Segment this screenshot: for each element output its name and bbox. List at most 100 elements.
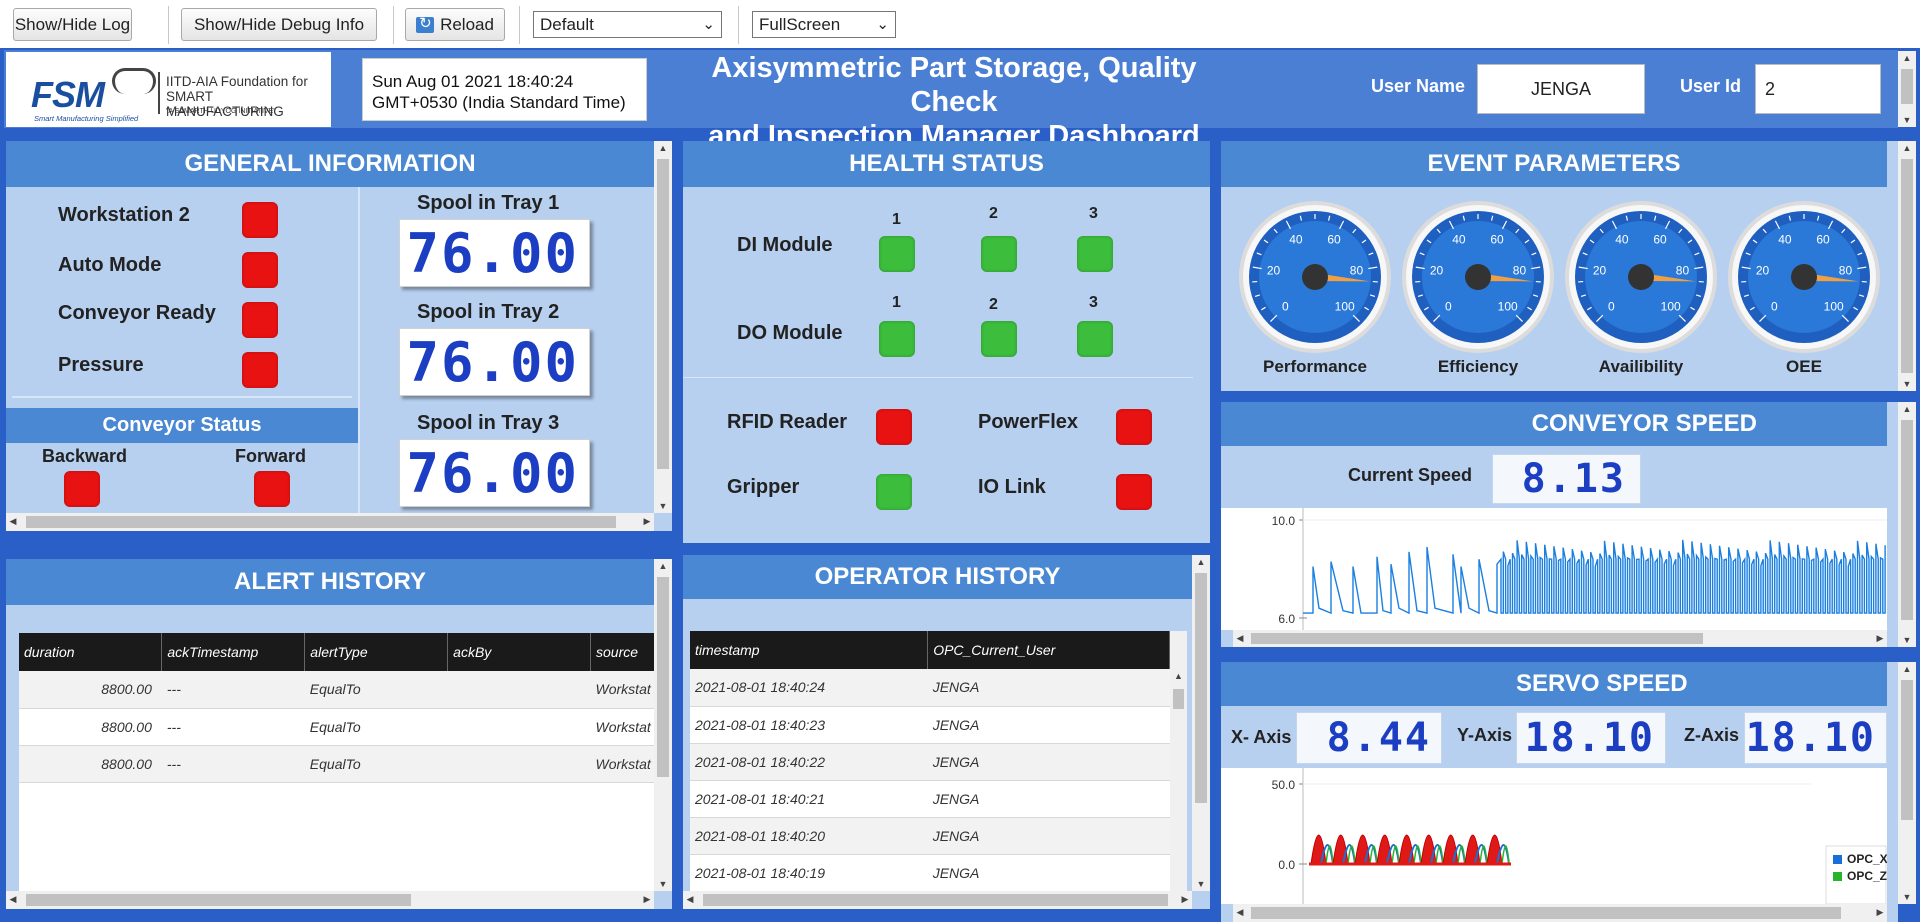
scroll-thumb[interactable] (657, 159, 669, 469)
conveyor-vscrollbar[interactable]: ▲ ▼ (1898, 402, 1916, 647)
show-hide-debug-button[interactable]: Show/Hide Debug Info (181, 8, 377, 41)
y-tick-label: 50.0 (1272, 778, 1296, 792)
scroll-thumb[interactable] (1901, 680, 1913, 820)
table-row[interactable]: 8800.00 --- EqualTo Workstat (19, 708, 654, 746)
reload-button[interactable]: Reload (405, 8, 505, 41)
z-axis-speed-display: 18.10 (1744, 712, 1887, 764)
scroll-up-icon[interactable]: ▲ (654, 559, 672, 573)
table-row[interactable]: 2021-08-01 18:40:21 JENGA (690, 780, 1170, 818)
user-id-field[interactable]: 2 (1755, 64, 1881, 114)
alerts-hscrollbar[interactable]: ◀ ▶ (6, 891, 654, 909)
column-header[interactable]: alertType (304, 633, 449, 671)
user-name-field[interactable]: JENGA (1477, 64, 1645, 114)
show-hide-log-button[interactable]: Show/Hide Log (13, 8, 132, 41)
scroll-left-icon[interactable]: ◀ (6, 513, 20, 531)
conveyor-ready-status-indicator (242, 302, 278, 338)
column-header[interactable]: OPC_Current_User (927, 631, 1170, 669)
scroll-up-icon[interactable]: ▲ (1170, 669, 1187, 683)
scroll-up-icon[interactable]: ▲ (1898, 402, 1916, 416)
scroll-down-icon[interactable]: ▼ (654, 877, 672, 891)
view-select[interactable]: FullScreen ⌄ (752, 11, 896, 38)
alerts-vscrollbar[interactable]: ▲ ▼ (654, 559, 672, 891)
table-row[interactable]: 8800.00 --- EqualTo Workstat (19, 671, 654, 709)
table-row[interactable]: 2021-08-01 18:40:23 JENGA (690, 706, 1170, 744)
scroll-left-icon[interactable]: ◀ (1233, 630, 1247, 647)
scroll-up-icon[interactable]: ▲ (1898, 141, 1916, 155)
scroll-right-icon[interactable]: ▶ (640, 891, 654, 909)
scroll-thumb[interactable] (1901, 69, 1913, 104)
scroll-left-icon[interactable]: ◀ (683, 891, 697, 909)
events-vscrollbar[interactable]: ▲ ▼ (1898, 141, 1916, 391)
table-cell: --- (161, 708, 305, 746)
column-header[interactable]: ackBy (447, 633, 592, 671)
auto-mode-status-indicator (242, 252, 278, 288)
scroll-thumb[interactable] (26, 894, 411, 906)
scroll-down-icon[interactable]: ▼ (1898, 633, 1916, 647)
operator-vscrollbar[interactable]: ▲ ▼ (1192, 555, 1210, 891)
table-row[interactable]: 2021-08-01 18:40:19 JENGA (690, 854, 1170, 891)
scroll-thumb[interactable] (1251, 633, 1703, 644)
scroll-down-icon[interactable]: ▼ (1898, 377, 1916, 391)
panel-divider (683, 377, 1193, 378)
header-scrollbar[interactable]: ▲ ▼ (1898, 51, 1916, 127)
scroll-thumb[interactable] (1173, 689, 1184, 709)
scroll-right-icon[interactable]: ▶ (1178, 891, 1192, 909)
scroll-thumb[interactable] (703, 894, 1168, 906)
scroll-up-icon[interactable]: ▲ (1898, 662, 1916, 676)
general-vscrollbar[interactable]: ▲ ▼ (654, 141, 672, 513)
scroll-right-icon[interactable]: ▶ (1873, 904, 1887, 922)
scroll-thumb[interactable] (657, 577, 669, 777)
di-module-label: DI Module (737, 234, 833, 256)
gauge-label: Availibility (1598, 357, 1684, 376)
scroll-up-icon[interactable]: ▲ (654, 141, 672, 155)
scroll-up-icon[interactable]: ▲ (1898, 51, 1916, 65)
gauge-tick-label: 100 (1661, 300, 1681, 314)
scroll-thumb[interactable] (26, 516, 616, 528)
layout-select[interactable]: Default ⌄ (533, 11, 722, 38)
current-speed-label: Current Speed (1348, 465, 1473, 485)
y-tick-label: 6.0 (1278, 612, 1295, 626)
gauge-0: 0 20 40 60 80 100 Performance (1237, 199, 1393, 389)
table-row[interactable]: 2021-08-01 18:40:22 JENGA (690, 743, 1170, 781)
gauge-tick-label: 100 (1824, 300, 1844, 314)
column-header[interactable]: duration (19, 633, 163, 671)
scroll-thumb[interactable] (1251, 907, 1841, 919)
toolbar-divider (738, 6, 739, 44)
scroll-right-icon[interactable]: ▶ (1873, 630, 1887, 647)
toolbar-divider (168, 6, 169, 44)
operator-table-vscrollbar[interactable]: ▲ (1170, 631, 1187, 891)
scroll-down-icon[interactable]: ▼ (1898, 890, 1916, 904)
table-row[interactable]: 8800.00 --- EqualTo Workstat (19, 745, 654, 783)
column-header[interactable]: ackTimestamp (161, 633, 306, 671)
general-information-panel: GENERAL INFORMATION Workstation 2 Auto M… (6, 141, 672, 531)
servo-vscrollbar[interactable]: ▲ ▼ (1898, 662, 1916, 904)
scroll-down-icon[interactable]: ▼ (654, 499, 672, 513)
column-header[interactable]: timestamp (690, 631, 929, 669)
scroll-up-icon[interactable]: ▲ (1192, 555, 1210, 569)
gauge-label: Efficiency (1437, 357, 1519, 376)
logo-divider (158, 72, 160, 114)
show-hide-debug-label: Show/Hide Debug Info (193, 14, 365, 34)
column-header[interactable]: source (590, 633, 654, 671)
scroll-thumb[interactable] (1901, 420, 1913, 620)
table-cell: 8800.00 (19, 745, 162, 783)
forward-status-indicator (254, 471, 290, 507)
operator-hscrollbar[interactable]: ◀ ▶ (683, 891, 1192, 909)
gauge-hub (1628, 264, 1654, 290)
scroll-thumb[interactable] (1901, 159, 1913, 373)
table-row[interactable]: 2021-08-01 18:40:24 JENGA (690, 669, 1170, 707)
scroll-left-icon[interactable]: ◀ (6, 891, 20, 909)
chevron-down-icon: ⌄ (876, 16, 889, 33)
scroll-right-icon[interactable]: ▶ (640, 513, 654, 531)
scroll-down-icon[interactable]: ▼ (1192, 877, 1210, 891)
scroll-thumb[interactable] (1195, 573, 1207, 803)
scroll-left-icon[interactable]: ◀ (1233, 904, 1247, 922)
scroll-down-icon[interactable]: ▼ (1898, 113, 1916, 127)
general-hscrollbar[interactable]: ◀ ▶ (6, 513, 654, 531)
servo-hscrollbar[interactable]: ◀ ▶ (1233, 904, 1887, 922)
table-row[interactable]: 2021-08-01 18:40:20 JENGA (690, 817, 1170, 855)
user-name-label: User Name (1371, 76, 1466, 96)
do-channel-2-indicator (981, 321, 1017, 357)
conveyor-hscrollbar[interactable]: ◀ ▶ (1233, 630, 1887, 647)
z-axis-label: Z-Axis (1684, 725, 1740, 745)
